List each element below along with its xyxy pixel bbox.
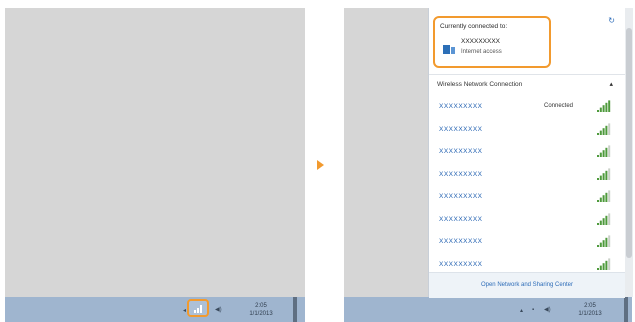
taskbar-before: ◂ ◀) 2:05 1/1/2013: [5, 297, 305, 322]
signal-strength-icon: [597, 257, 611, 270]
clock-time: 2:05: [255, 303, 267, 309]
network-name: XXXXXXXXX: [439, 103, 483, 110]
signal-strength-icon: [597, 235, 611, 247]
network-sharing-center-link[interactable]: Open Network and Sharing Center: [429, 282, 625, 288]
desktop-area-before: [5, 8, 305, 297]
network-name: XXXXXXXXX: [439, 125, 483, 133]
clock-date: 1/1/2013: [249, 311, 273, 317]
scrollbar[interactable]: [625, 8, 633, 297]
flyout-footer: Open Network and Sharing Center: [429, 272, 625, 298]
refresh-icon[interactable]: ↻: [608, 16, 615, 25]
network-name: XXXXXXXXX: [439, 215, 483, 223]
taskbar-clock[interactable]: 2:05 1/1/2013: [241, 302, 281, 318]
clock-date: 1/1/2013: [578, 311, 602, 317]
current-network-status: Internet access: [461, 49, 502, 55]
network-tray-icon[interactable]: [187, 299, 209, 317]
show-desktop-button[interactable]: [624, 297, 628, 322]
network-signal-icon: [194, 305, 202, 313]
network-list-item[interactable]: XXXXXXXXX Connected: [429, 97, 619, 119]
divider: [429, 74, 625, 75]
taskbar-after: ▴ ▪ ◀) 2:05 1/1/2013: [344, 297, 632, 322]
current-connection-box: Currently connected to: XXXXXXXXX Intern…: [433, 16, 551, 68]
current-network-name: XXXXXXXXX: [461, 38, 501, 45]
volume-icon[interactable]: ◀): [215, 306, 222, 313]
wireless-section-header[interactable]: Wireless Network Connection: [437, 81, 522, 88]
network-name: XXXXXXXXX: [439, 148, 483, 155]
network-computer-icon: [443, 45, 455, 54]
signal-strength-icon: [597, 167, 611, 180]
network-name: XXXXXXXXX: [439, 238, 483, 245]
network-flyout: ↻ Currently connected to: XXXXXXXXX Inte…: [428, 8, 633, 298]
signal-strength-icon: [597, 145, 611, 157]
clock-time: 2:05: [584, 303, 596, 309]
show-hidden-icons-icon[interactable]: ▴: [520, 307, 523, 314]
network-icon[interactable]: ▪: [532, 307, 534, 313]
signal-strength-icon: [597, 122, 611, 135]
taskbar-clock[interactable]: 2:05 1/1/2013: [570, 302, 610, 318]
network-list-item[interactable]: XXXXXXXXX: [429, 187, 619, 209]
current-connection-title: Currently connected to:: [440, 23, 508, 30]
volume-icon[interactable]: ◀): [544, 306, 551, 313]
show-desktop-button[interactable]: [293, 297, 297, 322]
network-list-item[interactable]: XXXXXXXXX: [429, 120, 619, 142]
network-list-item[interactable]: XXXXXXXXX: [429, 210, 619, 232]
scrollbar-thumb[interactable]: [626, 28, 632, 258]
signal-strength-icon: [597, 100, 611, 112]
network-name: XXXXXXXXX: [439, 260, 483, 268]
collapse-icon[interactable]: ▴: [609, 80, 613, 88]
signal-strength-icon: [597, 190, 611, 202]
show-hidden-icons-icon[interactable]: ◂: [183, 307, 186, 314]
step-arrow-icon: [317, 160, 324, 170]
signal-strength-icon: [597, 212, 611, 225]
network-name: XXXXXXXXX: [439, 170, 483, 178]
network-list-item[interactable]: XXXXXXXXX: [429, 232, 619, 254]
network-name: XXXXXXXXX: [439, 193, 483, 200]
network-list-item[interactable]: XXXXXXXXX: [429, 142, 619, 164]
network-status: Connected: [544, 103, 574, 109]
network-list-item[interactable]: XXXXXXXXX: [429, 165, 619, 187]
